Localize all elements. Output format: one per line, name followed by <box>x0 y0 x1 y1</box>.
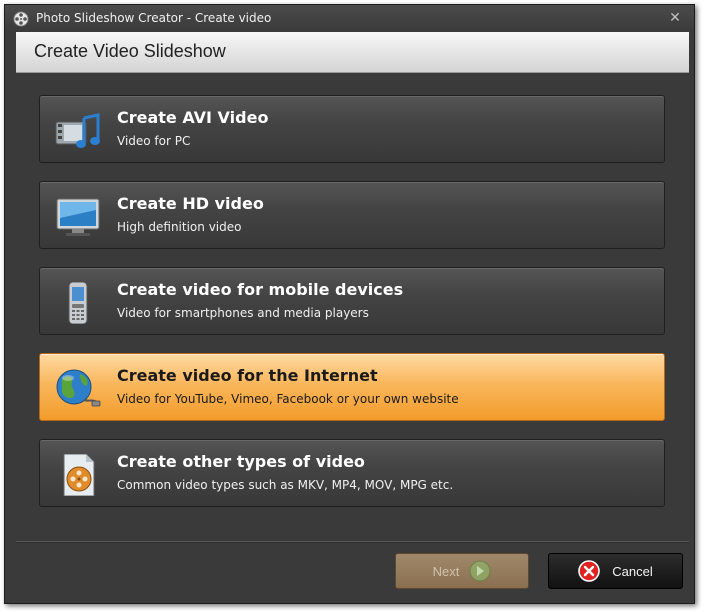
option-create-other-video[interactable]: Create other types of video Common video… <box>39 439 665 507</box>
cancel-icon <box>578 560 601 582</box>
option-subtitle: Video for smartphones and media players <box>117 306 369 320</box>
header-banner: Create Video Slideshow <box>16 32 689 73</box>
option-subtitle: Video for PC <box>117 134 191 148</box>
option-create-internet-video[interactable]: Create video for the Internet Video for … <box>39 353 665 421</box>
option-title: Create HD video <box>117 194 264 213</box>
option-create-hd-video[interactable]: Create HD video High definition video <box>39 181 665 249</box>
option-title: Create AVI Video <box>117 108 269 127</box>
cancel-button[interactable]: Cancel <box>548 553 683 589</box>
mobile-phone-icon <box>68 282 88 324</box>
next-button[interactable]: Next <box>395 553 529 589</box>
option-title: Create video for the Internet <box>117 366 378 385</box>
arrow-right-icon <box>469 560 491 582</box>
cancel-button-label: Cancel <box>612 563 653 579</box>
option-create-avi-video[interactable]: Create AVI Video Video for PC <box>39 95 665 163</box>
title-bar[interactable]: Photo Slideshow Creator - Create video ✕ <box>5 5 694 32</box>
option-create-mobile-video[interactable]: Create video for mobile devices Video fo… <box>39 267 665 335</box>
page-title: Create Video Slideshow <box>34 41 226 61</box>
film-music-icon <box>55 113 100 148</box>
next-button-label: Next <box>432 563 460 579</box>
footer-divider <box>16 541 689 543</box>
film-reel-icon <box>13 11 29 26</box>
window-title: Photo Slideshow Creator - Create video <box>36 11 272 25</box>
option-title: Create other types of video <box>117 452 365 471</box>
globe-icon <box>56 369 101 407</box>
option-subtitle: High definition video <box>117 220 242 234</box>
film-document-icon <box>63 454 95 496</box>
close-icon[interactable]: ✕ <box>666 9 684 27</box>
dialog-window: Photo Slideshow Creator - Create video ✕… <box>4 4 695 604</box>
option-title: Create video for mobile devices <box>117 280 404 299</box>
hd-monitor-icon <box>56 198 100 236</box>
option-subtitle: Video for YouTube, Vimeo, Facebook or yo… <box>117 392 459 406</box>
option-subtitle: Common video types such as MKV, MP4, MOV… <box>117 478 454 492</box>
